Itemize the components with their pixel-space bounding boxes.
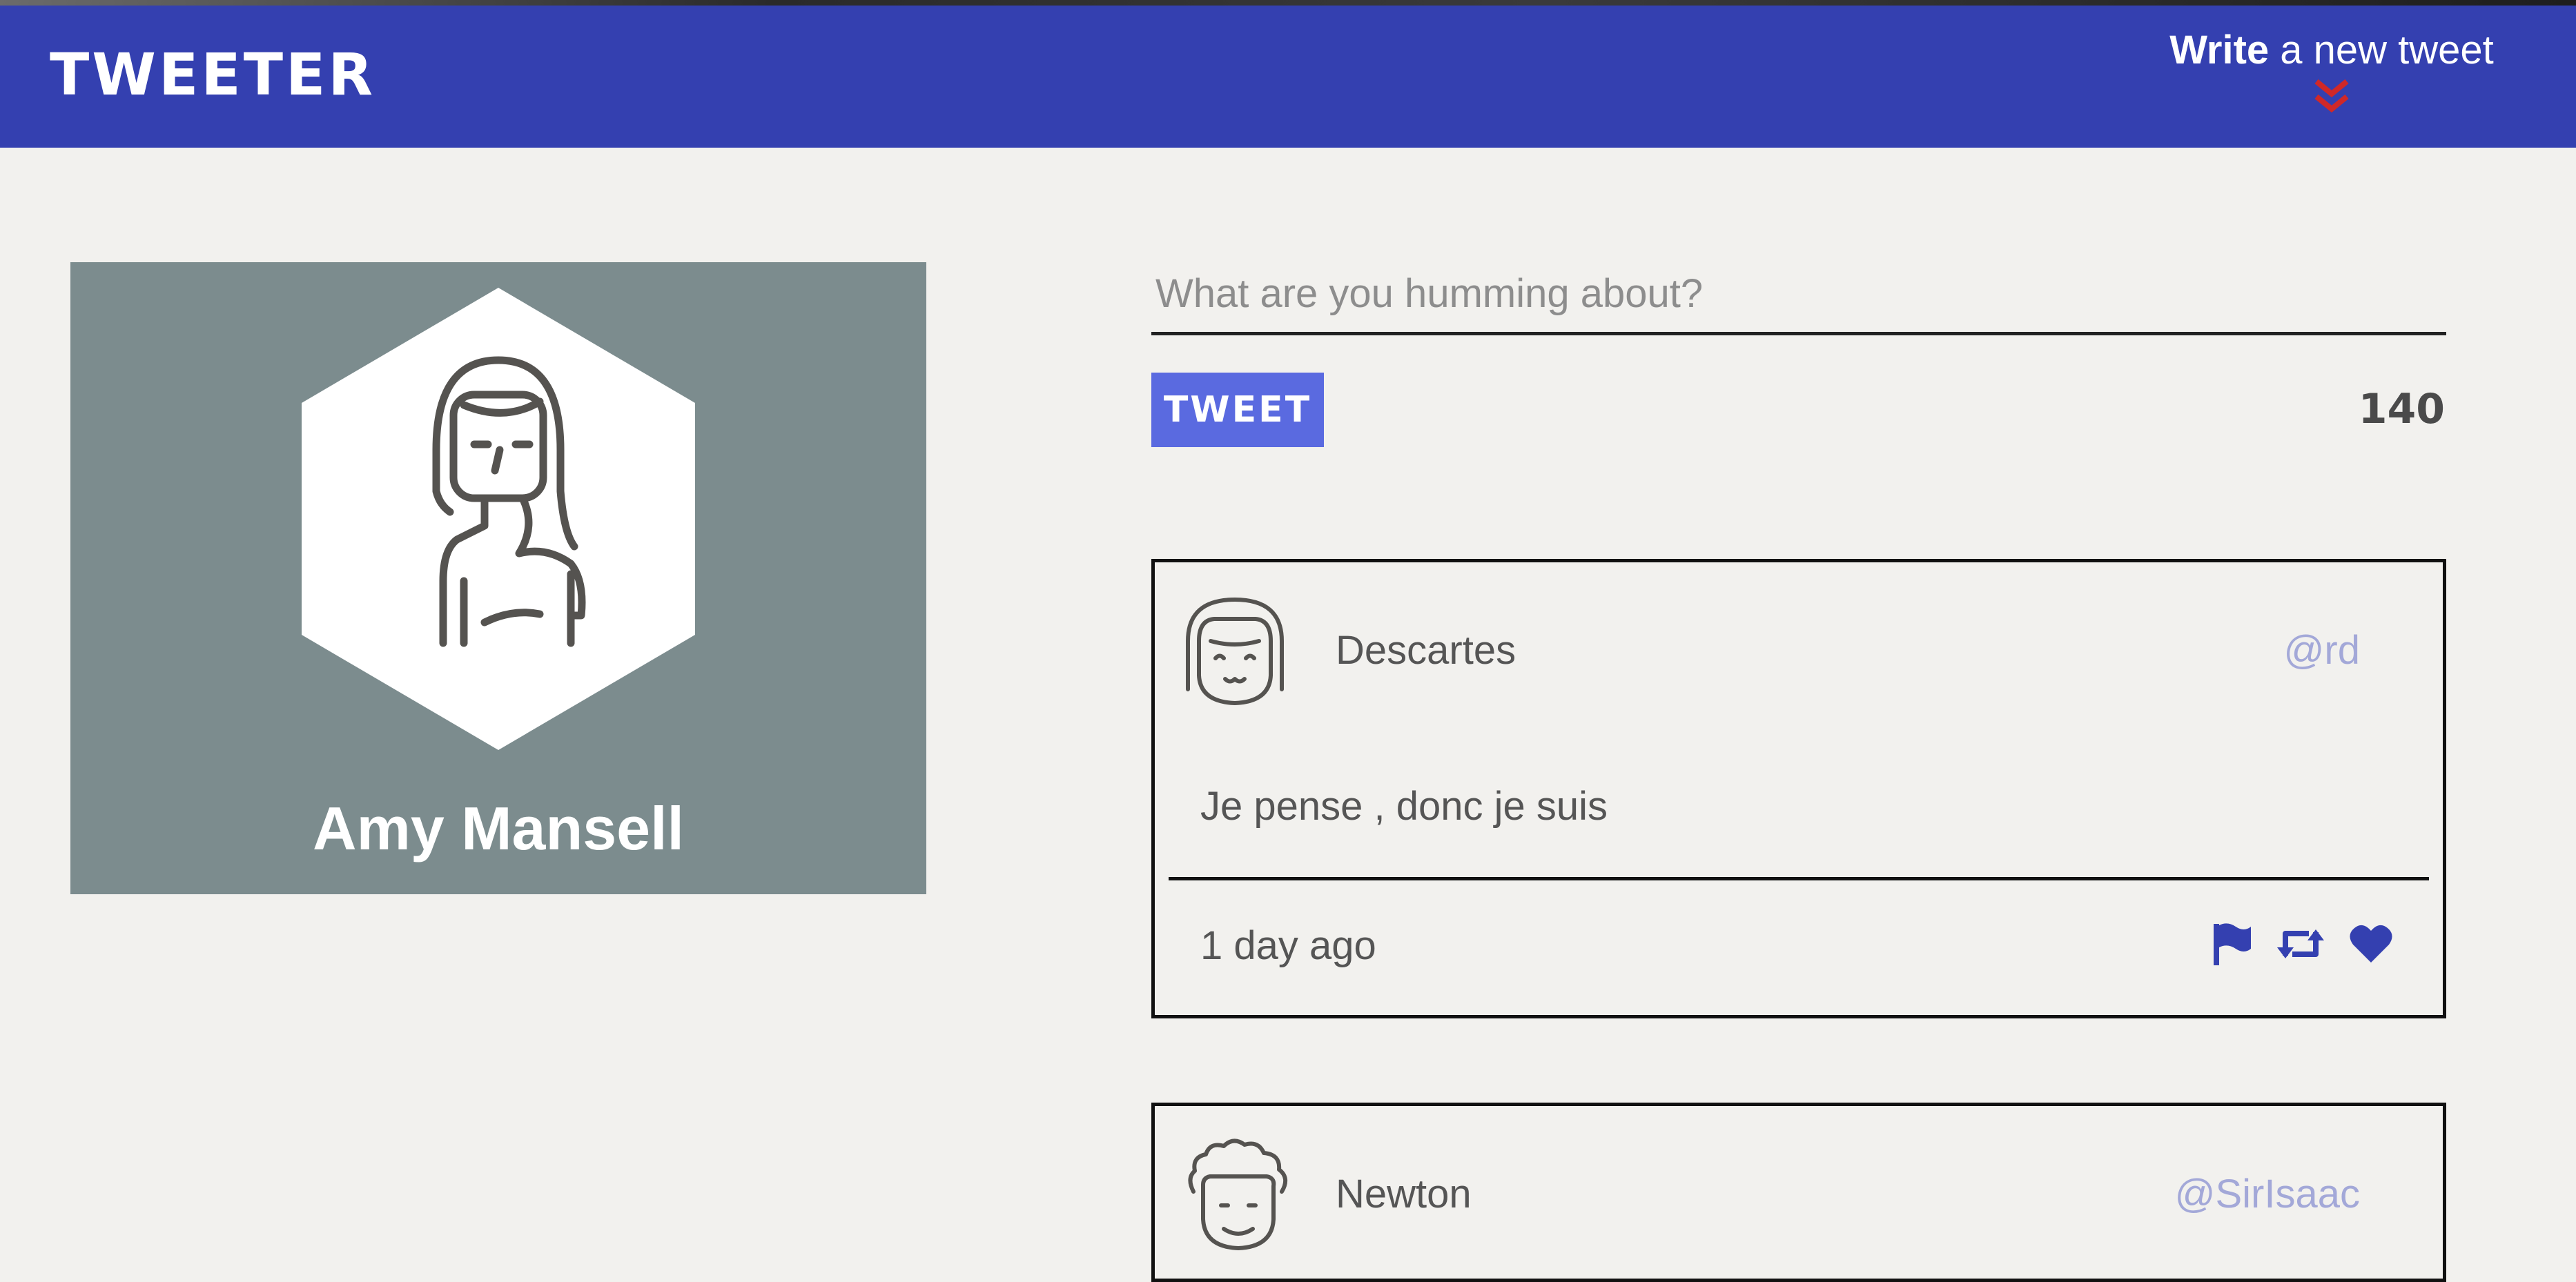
navbar: TWEETER Write a new tweet — [0, 6, 2576, 148]
tweet-author-handle[interactable]: @SirIsaac — [2175, 1171, 2360, 1217]
tweet-author-handle[interactable]: @rd — [2284, 627, 2360, 673]
tweet-timestamp: 1 day ago — [1200, 923, 1376, 968]
tweet-actions — [2211, 921, 2394, 967]
tweet-author-name[interactable]: Newton — [1336, 1171, 1472, 1217]
girl-avatar-icon — [1186, 598, 1284, 705]
app-logo[interactable]: TWEETER — [50, 46, 375, 103]
browser-top-strip — [0, 0, 2576, 6]
flag-icon[interactable] — [2211, 921, 2254, 967]
write-new-tweet-label: Write a new tweet — [2169, 28, 2494, 72]
curly-hair-avatar-icon — [1188, 1138, 1288, 1250]
profile-name: Amy Mansell — [313, 794, 684, 862]
heart-icon[interactable] — [2348, 923, 2394, 965]
tweet-author-name[interactable]: Descartes — [1336, 627, 1516, 673]
character-counter: 140 — [2358, 385, 2445, 433]
tweet-compose-input[interactable] — [1151, 255, 2446, 335]
write-new-tweet-toggle[interactable]: Write a new tweet — [2152, 26, 2511, 130]
tweet-card: Newton @SirIsaac — [1151, 1103, 2446, 1282]
double-chevron-down-icon[interactable] — [2312, 77, 2351, 116]
profile-card: Amy Mansell — [70, 262, 926, 894]
tweet-divider — [1169, 877, 2429, 880]
woman-avatar-icon — [302, 288, 695, 750]
tweet-body-text: Je pense , donc je suis — [1200, 784, 1608, 829]
tweet-card: Descartes @rd Je pense , donc je suis 1 … — [1151, 559, 2446, 1018]
tweet-submit-button[interactable]: TWEET — [1151, 373, 1324, 447]
retweet-icon[interactable] — [2276, 924, 2325, 964]
